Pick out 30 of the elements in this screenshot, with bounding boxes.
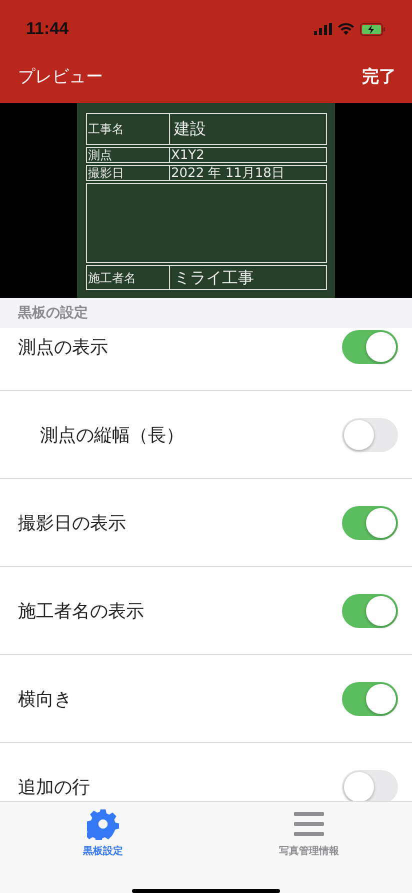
board-value: 建設 <box>172 118 207 140</box>
tab-item[interactable]: 黒板設定 <box>33 807 173 859</box>
toggle-switch[interactable] <box>342 506 398 540</box>
board-label: 測点 <box>87 148 170 162</box>
wifi-icon <box>338 23 354 35</box>
board-label: 工事名 <box>87 114 170 144</box>
toggle-switch[interactable] <box>342 418 398 452</box>
signal-icon <box>314 23 332 35</box>
board-value: X1Y2 <box>170 148 206 162</box>
toggle-switch[interactable] <box>342 682 398 716</box>
toggle-switch[interactable] <box>342 770 398 801</box>
setting-label: 施工者名の表示 <box>18 600 144 622</box>
setting-label: 測点の表示 <box>18 336 108 358</box>
toggle-switch[interactable] <box>342 594 398 628</box>
setting-label: 撮影日の表示 <box>18 512 126 534</box>
setting-label: 追加の行 <box>18 776 90 798</box>
battery-icon <box>360 22 386 36</box>
setting-label: 横向き <box>18 688 72 710</box>
board-value: ミライ工事 <box>173 266 255 288</box>
settings-icon <box>87 808 119 840</box>
board-value: 2022 年 11月18日 <box>170 166 286 180</box>
status-time: 11:44 <box>26 19 69 39</box>
setting-label: 測点の縦幅（長） <box>40 424 184 446</box>
toggle-switch[interactable] <box>342 330 398 364</box>
board-label: 施工者名 <box>87 266 170 289</box>
done-button[interactable]: 完了 <box>362 65 396 88</box>
tab-item[interactable]: 写真管理情報 <box>239 807 379 859</box>
nav-title: プレビュー <box>18 66 103 88</box>
board-label: 撮影日 <box>87 166 170 180</box>
section-title: 黒板の設定 <box>18 304 88 322</box>
